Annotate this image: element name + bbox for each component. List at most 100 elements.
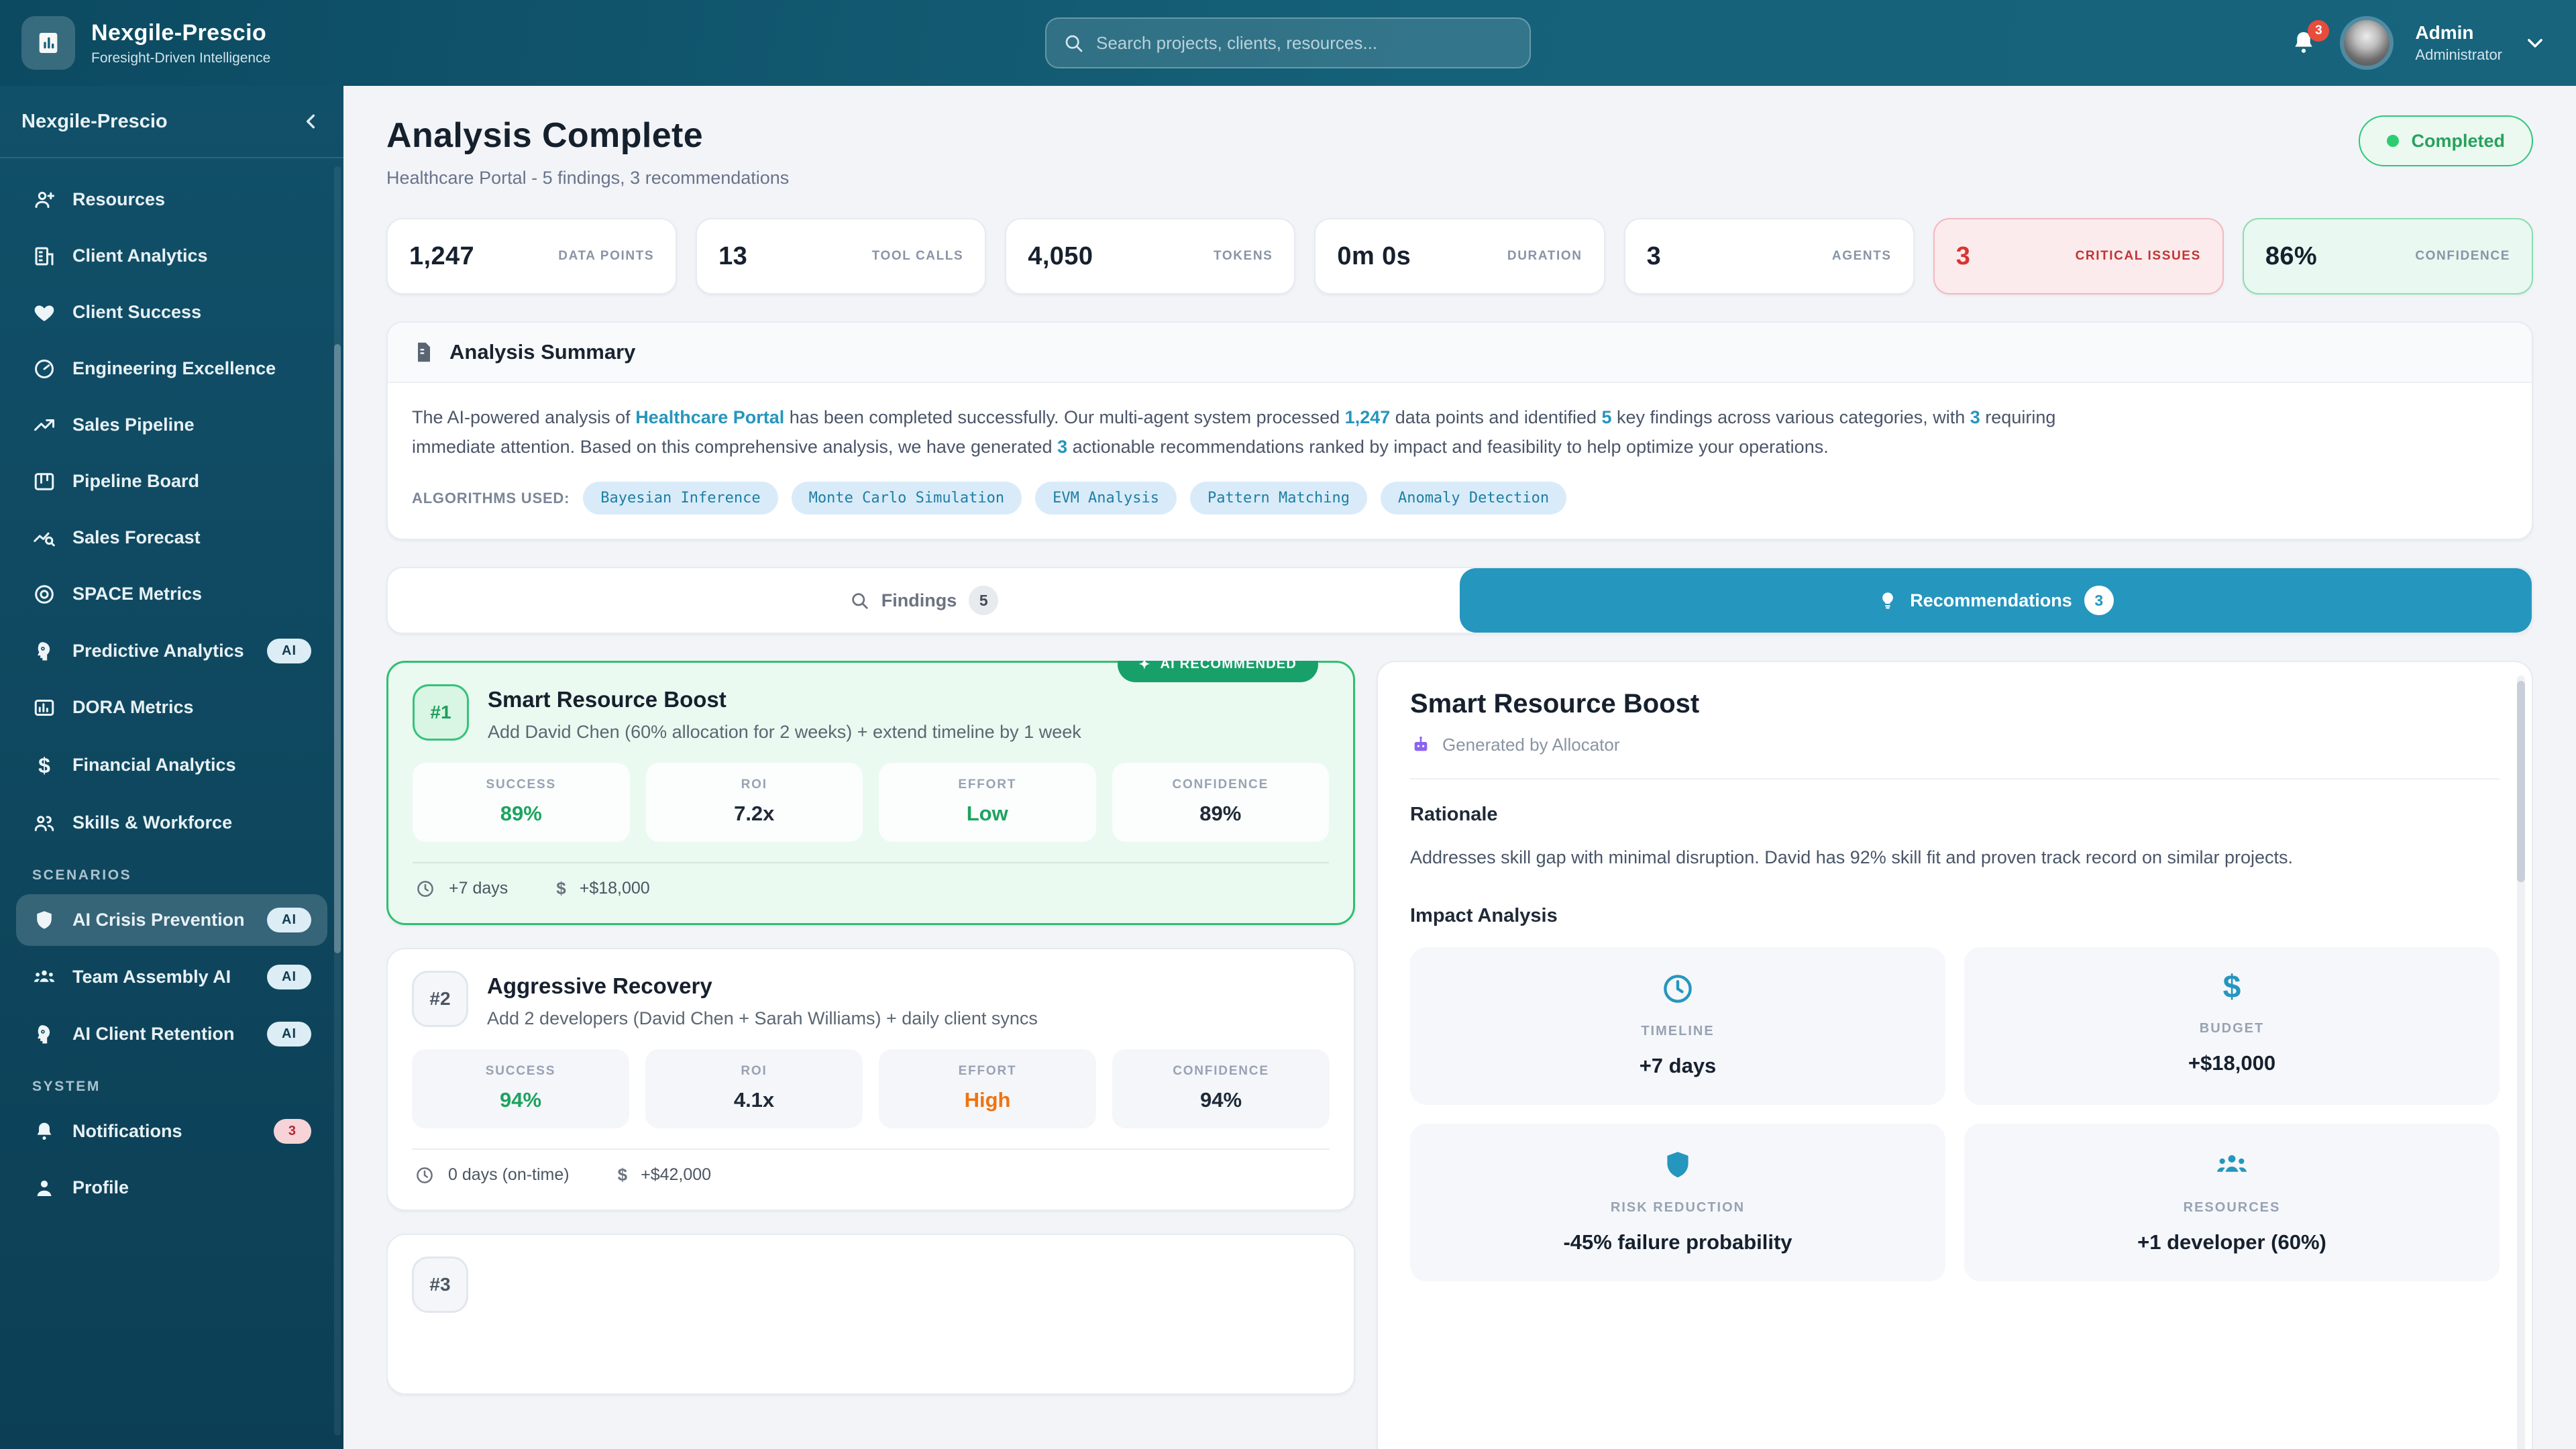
algorithm-chip: Anomaly Detection (1381, 482, 1566, 515)
ai-badge: AI (267, 965, 311, 989)
impact-value: -45% failure probability (1424, 1230, 1932, 1254)
rank-badge: #3 (412, 1256, 468, 1313)
building-icon (32, 244, 56, 268)
metric-label: ROI (646, 777, 863, 792)
status-badge: Completed (2359, 115, 2533, 166)
sparkle-icon: ✦ (1139, 661, 1151, 673)
sidebar-item-ai-client-retention[interactable]: AI Client Retention AI (16, 1008, 327, 1060)
recommendation-description: Add 2 developers (David Chen + Sarah Wil… (487, 1008, 1038, 1029)
app-root: Nexgile-Prescio Foresight-Driven Intelli… (0, 0, 2576, 1449)
sidebar-item-sales-forecast[interactable]: Sales Forecast (16, 513, 327, 564)
sidebar-item-space-metrics[interactable]: SPACE Metrics (16, 569, 327, 620)
sidebar-item-notifications[interactable]: Notifications 3 (16, 1106, 327, 1157)
status-dot-icon (2387, 135, 2399, 147)
sidebar-item-client-analytics[interactable]: Client Analytics (16, 231, 327, 282)
sidebar-scrollbar[interactable] (334, 166, 341, 1436)
sidebar-collapse-button[interactable] (301, 111, 322, 132)
detail-scrollbar[interactable] (2517, 676, 2525, 1449)
search-input[interactable] (1096, 33, 1513, 54)
algorithm-chip: Bayesian Inference (583, 482, 777, 515)
detail-title: Smart Resource Boost (1410, 689, 2500, 719)
rationale-title: Rationale (1410, 804, 2500, 826)
analysis-summary-card: Analysis Summary The AI-powered analysis… (386, 321, 2533, 540)
global-search[interactable] (1045, 17, 1531, 68)
stats-row: 1,247 DATA POINTS 13 TOOL CALLS 4,050 TO… (386, 218, 2533, 294)
stat-agents: 3 AGENTS (1624, 218, 1915, 294)
sidebar-item-label: AI Client Retention (72, 1023, 251, 1046)
tab-findings[interactable]: Findings 5 (388, 568, 1460, 633)
sidebar-item-label: Engineering Excellence (72, 358, 311, 380)
user-info[interactable]: Admin Administrator (2415, 22, 2502, 64)
stat-tokens: 4,050 TOKENS (1005, 218, 1295, 294)
sidebar-item-pipeline-board[interactable]: Pipeline Board (16, 456, 327, 507)
impact-risk-reduction: RISK REDUCTION -45% failure probability (1410, 1124, 1945, 1281)
tab-recommendations[interactable]: Recommendations 3 (1460, 568, 2532, 633)
stat-value: 86% (2265, 242, 2317, 271)
metric-label: EFFORT (879, 1064, 1096, 1079)
notification-count-badge: 3 (274, 1119, 311, 1144)
stat-value: 0m 0s (1337, 242, 1411, 271)
recommendation-footer: 0 days (on-time) $ +$42,000 (412, 1150, 1330, 1193)
search-icon (1063, 32, 1084, 54)
metric-roi: ROI 7.2x (646, 763, 863, 842)
stat-value: 4,050 (1028, 242, 1093, 271)
impact-label: TIMELINE (1424, 1024, 1932, 1039)
shield-icon (32, 908, 56, 932)
metric-success: SUCCESS 89% (413, 763, 630, 842)
sidebar-item-engineering-excellence[interactable]: Engineering Excellence (16, 343, 327, 394)
recommendation-card-1[interactable]: ✦ AI RECOMMENDED #1 Smart Resource Boost… (386, 661, 1355, 925)
metric-label: ROI (645, 1064, 863, 1079)
recommendation-list: ✦ AI RECOMMENDED #1 Smart Resource Boost… (386, 661, 1355, 1449)
algorithm-chip: Pattern Matching (1190, 482, 1367, 515)
impact-grid: TIMELINE +7 days $ BUDGET +$18,000 (1410, 947, 2500, 1281)
sidebar-item-skills-workforce[interactable]: Skills & Workforce (16, 798, 327, 849)
page-subtitle: Healthcare Portal - 5 findings, 3 recomm… (386, 168, 789, 189)
sidebar-item-predictive-analytics[interactable]: Predictive Analytics AI (16, 625, 327, 677)
sidebar-item-team-assembly-ai[interactable]: Team Assembly AI AI (16, 951, 327, 1003)
metrics-row: SUCCESS 94% ROI 4.1x EFFORT High (412, 1049, 1330, 1128)
avatar[interactable] (2340, 16, 2394, 70)
stat-value: 3 (1956, 242, 1971, 271)
group-icon (32, 965, 56, 989)
impact-value: +1 developer (60%) (1978, 1230, 2486, 1254)
impact-budget: $ BUDGET +$18,000 (1964, 947, 2500, 1105)
tab-label: Recommendations (1910, 590, 2072, 611)
sidebar-item-label: Predictive Analytics (72, 640, 251, 663)
metric-label: SUCCESS (413, 777, 630, 792)
metric-value: 94% (1112, 1088, 1330, 1112)
brand-name: Nexgile-Prescio (91, 20, 270, 46)
results-columns: ✦ AI RECOMMENDED #1 Smart Resource Boost… (386, 661, 2533, 1449)
sidebar-item-client-success[interactable]: Client Success (16, 287, 327, 338)
chevron-down-icon[interactable] (2524, 32, 2546, 54)
sidebar-item-profile[interactable]: Profile (16, 1163, 327, 1214)
page-title: Analysis Complete (386, 115, 789, 156)
sidebar-item-financial-analytics[interactable]: $ Financial Analytics (16, 739, 327, 792)
metric-value: High (879, 1088, 1096, 1112)
chart-search-icon (32, 526, 56, 550)
stat-label: TOKENS (1214, 249, 1273, 264)
metric-label: EFFORT (879, 777, 1096, 792)
sidebar-item-label: AI Crisis Prevention (72, 909, 251, 932)
timeline-delta: +7 days (449, 879, 508, 898)
project-link[interactable]: Healthcare Portal (635, 407, 784, 427)
impact-label: BUDGET (1978, 1021, 2486, 1036)
recommendation-card-2[interactable]: #2 Aggressive Recovery Add 2 developers … (386, 948, 1355, 1211)
sidebar-item-label: Client Success (72, 301, 311, 324)
generated-by-label: Generated by Allocator (1442, 735, 1620, 755)
kanban-board-icon (32, 470, 56, 494)
rationale-text: Addresses skill gap with minimal disrupt… (1410, 843, 2500, 872)
metric-roi: ROI 4.1x (645, 1049, 863, 1128)
impact-resources: RESOURCES +1 developer (60%) (1964, 1124, 2500, 1281)
sidebar-item-sales-pipeline[interactable]: Sales Pipeline (16, 400, 327, 451)
sidebar-item-dora-metrics[interactable]: DORA Metrics (16, 682, 327, 733)
sidebar-item-label: DORA Metrics (72, 696, 311, 719)
ai-badge: AI (267, 908, 311, 932)
page-header: Analysis Complete Healthcare Portal - 5 … (386, 115, 2533, 189)
notifications-button[interactable]: 3 (2289, 28, 2318, 58)
metric-effort: EFFORT High (879, 1049, 1096, 1128)
metric-label: SUCCESS (412, 1064, 629, 1079)
recommendation-card-3[interactable]: #3 (386, 1234, 1355, 1395)
sidebar-item-ai-crisis-prevention[interactable]: AI Crisis Prevention AI (16, 894, 327, 946)
gauge-icon (32, 357, 56, 381)
sidebar-item-resources[interactable]: Resources (16, 174, 327, 225)
